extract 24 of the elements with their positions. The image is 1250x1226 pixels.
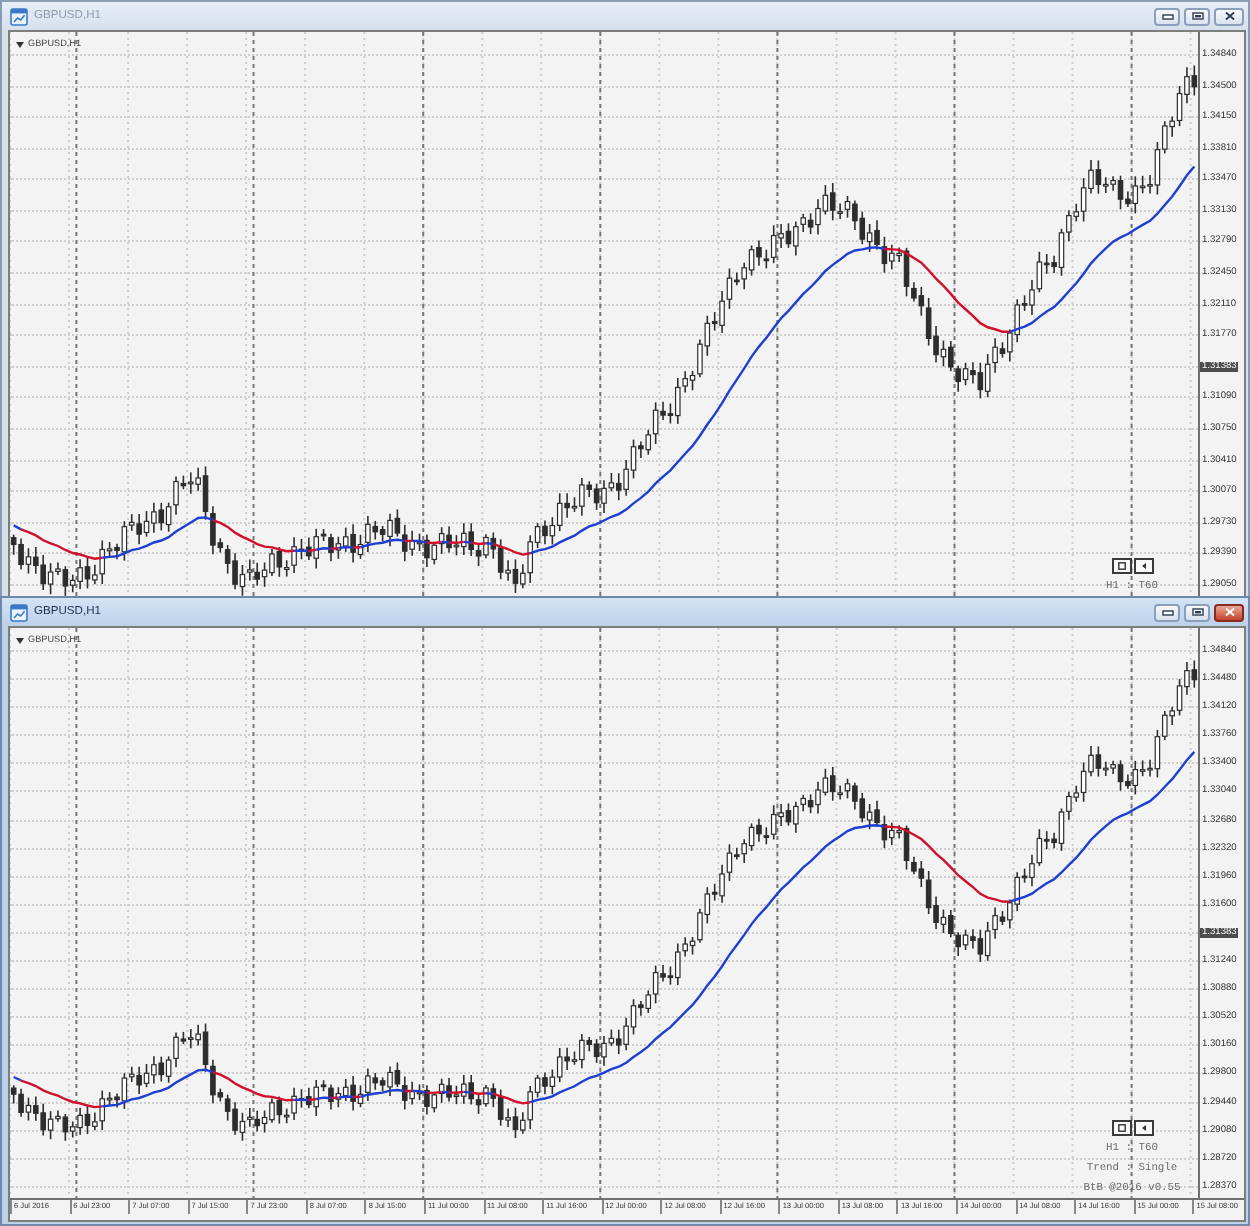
restore-icon — [1191, 608, 1203, 616]
close-button[interactable] — [1214, 603, 1244, 621]
panel-button[interactable] — [1111, 558, 1131, 574]
minimize-button[interactable] — [1154, 7, 1180, 25]
chart-window-icon — [10, 7, 28, 25]
chart-window-icon — [10, 603, 28, 621]
minimize-icon — [1161, 12, 1173, 20]
caret-down-icon[interactable] — [16, 41, 24, 47]
panel-button[interactable] — [1111, 1120, 1131, 1136]
restore-icon — [1191, 12, 1203, 20]
caret-down-icon[interactable] — [16, 637, 24, 643]
triangle-left-icon — [1139, 1124, 1147, 1132]
minimize-button[interactable] — [1154, 603, 1180, 621]
close-button[interactable] — [1214, 7, 1244, 25]
square-icon — [1117, 1124, 1125, 1132]
close-icon — [1223, 608, 1235, 616]
close-icon — [1223, 12, 1235, 20]
panel-button[interactable] — [1133, 558, 1153, 574]
minimize-icon — [1161, 608, 1173, 616]
square-icon — [1117, 562, 1125, 570]
panel-button[interactable] — [1133, 1120, 1153, 1136]
triangle-left-icon — [1139, 562, 1147, 570]
restore-button[interactable] — [1184, 603, 1210, 621]
restore-button[interactable] — [1184, 7, 1210, 25]
